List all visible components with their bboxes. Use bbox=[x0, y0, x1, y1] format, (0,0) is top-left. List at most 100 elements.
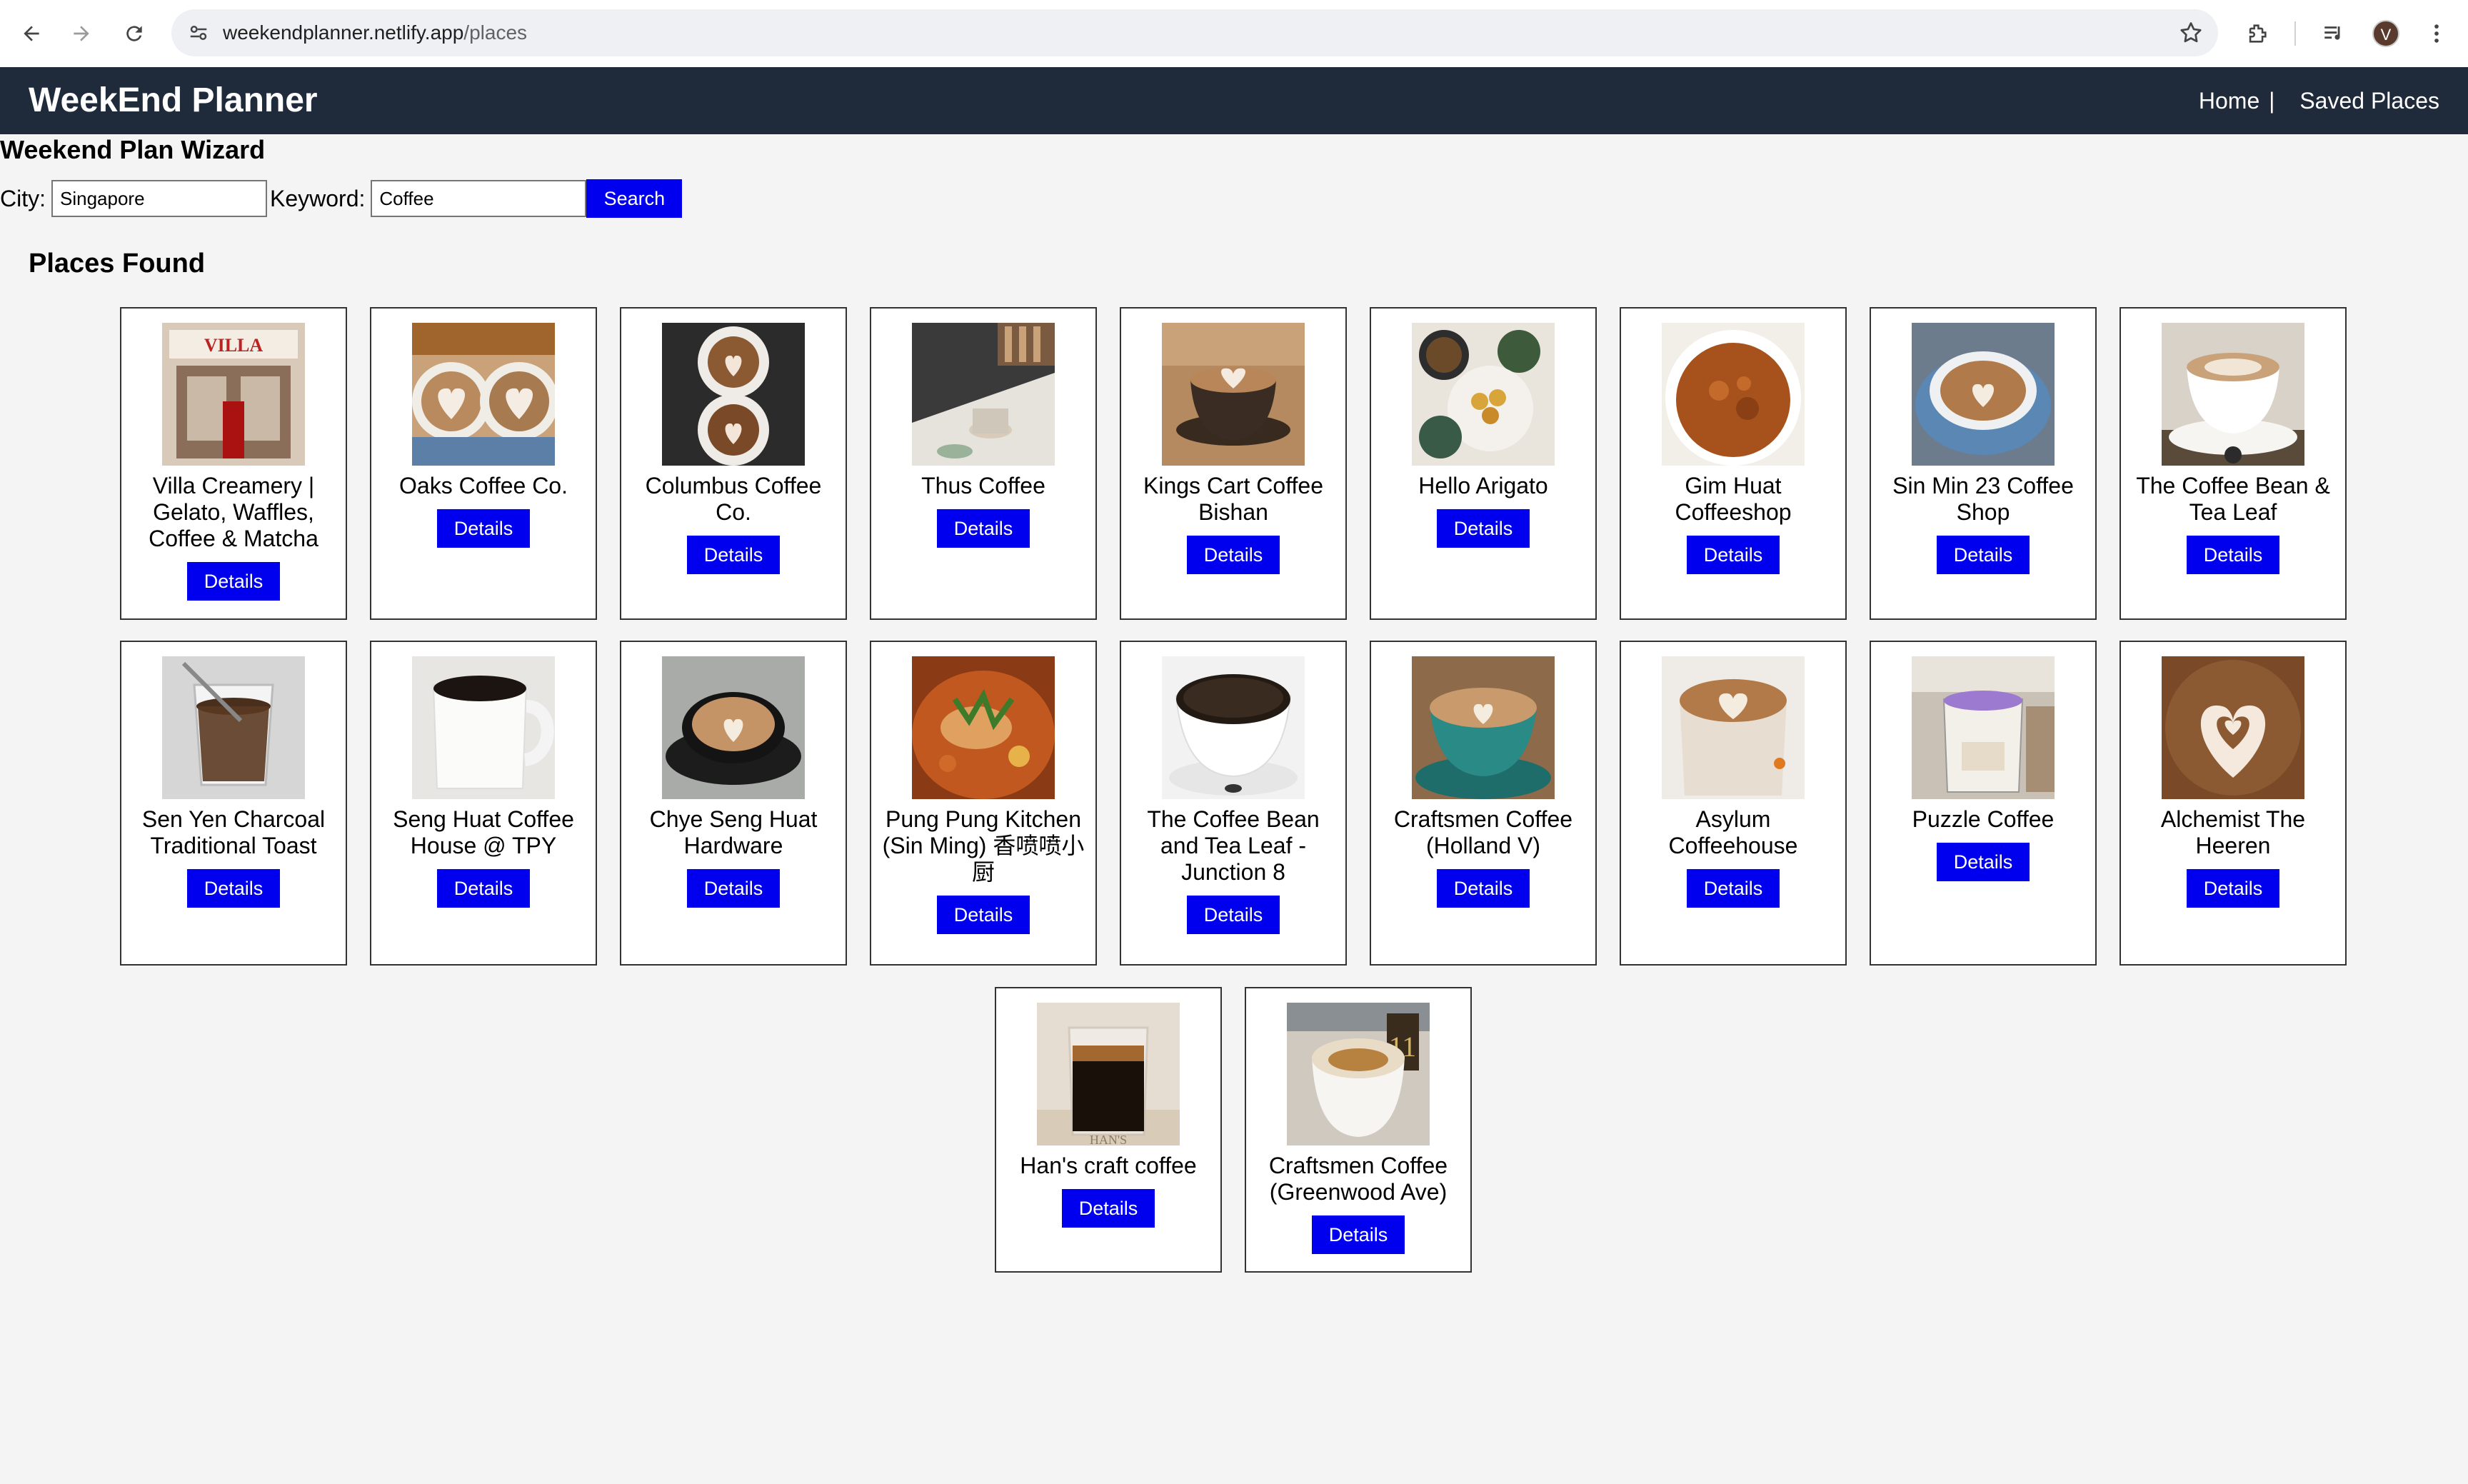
address-bar[interactable]: weekendplanner.netlify.app/places bbox=[171, 9, 2218, 56]
place-name: Hello Arigato bbox=[1418, 473, 1548, 498]
details-button[interactable]: Details bbox=[1437, 509, 1530, 548]
place-card: Craftsmen Coffee (Holland V) Details bbox=[1370, 641, 1597, 966]
place-card: Thus Coffee Details bbox=[870, 307, 1097, 620]
reload-icon[interactable] bbox=[117, 16, 151, 51]
url-text: weekendplanner.netlify.app/places bbox=[223, 9, 527, 56]
place-photo bbox=[1162, 323, 1305, 466]
place-name: Pung Pung Kitchen (Sin Ming) 香喷喷小厨 bbox=[882, 806, 1085, 885]
place-card: Asylum Coffeehouse Details bbox=[1620, 641, 1847, 966]
place-name: Alchemist The Heeren bbox=[2160, 806, 2306, 858]
place-name: Craftsmen Coffee (Greenwood Ave) bbox=[1268, 1153, 1448, 1205]
svg-text:VILLA: VILLA bbox=[204, 335, 264, 356]
details-button[interactable]: Details bbox=[437, 509, 530, 548]
place-name: Asylum Coffeehouse bbox=[1668, 806, 1798, 858]
header-nav: Home | Saved Places bbox=[2199, 67, 2439, 134]
details-button[interactable]: Details bbox=[1687, 869, 1780, 908]
details-button[interactable]: Details bbox=[937, 896, 1030, 934]
url-path: /places bbox=[463, 21, 528, 44]
place-card: Pung Pung Kitchen (Sin Ming) 香喷喷小厨 Detail… bbox=[870, 641, 1097, 966]
place-photo bbox=[662, 656, 805, 799]
place-photo bbox=[2162, 656, 2304, 799]
place-name: Oaks Coffee Co. bbox=[399, 473, 568, 498]
place-photo bbox=[1912, 656, 2055, 799]
place-card: The Coffee Bean and Tea Leaf - Junction … bbox=[1120, 641, 1347, 966]
place-name: Kings Cart Coffee Bishan bbox=[1143, 473, 1323, 525]
place-photo bbox=[412, 323, 555, 466]
keyword-input[interactable] bbox=[371, 180, 587, 217]
details-button[interactable]: Details bbox=[1312, 1215, 1405, 1254]
place-photo bbox=[662, 323, 805, 466]
menu-kebab-icon[interactable] bbox=[2419, 16, 2454, 51]
city-input[interactable] bbox=[51, 180, 267, 217]
place-photo bbox=[1162, 656, 1305, 799]
place-name: The Coffee Bean and Tea Leaf - Junction … bbox=[1147, 806, 1320, 885]
toolbar-divider bbox=[2294, 21, 2296, 46]
details-button[interactable]: Details bbox=[187, 869, 280, 908]
place-card: Sen Yen Charcoal Traditional Toast Detail… bbox=[120, 641, 347, 966]
place-photo bbox=[162, 656, 305, 799]
details-button[interactable]: Details bbox=[1937, 536, 2030, 574]
media-controls-icon[interactable] bbox=[2317, 16, 2351, 51]
place-card: Sin Min 23 Coffee Shop Details bbox=[1870, 307, 2097, 620]
nav-home-link[interactable]: Home bbox=[2199, 88, 2259, 114]
details-button[interactable]: Details bbox=[1687, 536, 1780, 574]
place-card: Puzzle Coffee Details bbox=[1870, 641, 2097, 966]
details-button[interactable]: Details bbox=[2187, 536, 2279, 574]
browser-toolbar: weekendplanner.netlify.app/places V bbox=[0, 0, 2468, 68]
place-name: Seng Huat Coffee House @ TPY bbox=[393, 806, 574, 858]
place-name: Puzzle Coffee bbox=[1912, 806, 2055, 832]
details-button[interactable]: Details bbox=[687, 869, 780, 908]
app-header: WeekEnd Planner Home | Saved Places bbox=[0, 67, 2468, 134]
place-photo bbox=[1662, 323, 1805, 466]
place-photo bbox=[412, 656, 555, 799]
details-button[interactable]: Details bbox=[1937, 843, 2030, 881]
details-button[interactable]: Details bbox=[937, 509, 1030, 548]
place-photo bbox=[1912, 323, 2055, 466]
place-name: Sin Min 23 Coffee Shop bbox=[1892, 473, 2074, 525]
details-button[interactable]: Details bbox=[1187, 896, 1280, 934]
place-card: VILLA Villa Creamery | Gelato, Waffles, C… bbox=[120, 307, 347, 620]
details-button[interactable]: Details bbox=[1187, 536, 1280, 574]
forward-icon[interactable] bbox=[64, 16, 99, 51]
back-icon[interactable] bbox=[14, 16, 49, 51]
place-card: 11 Craftsmen Coffee (Greenwood Ave) Detail… bbox=[1245, 987, 1472, 1273]
place-card: Gim Huat Coffeeshop Details bbox=[1620, 307, 1847, 620]
place-name: Villa Creamery | Gelato, Waffles, Coffee… bbox=[149, 473, 318, 551]
place-photo bbox=[1412, 323, 1555, 466]
place-card: Hello Arigato Details bbox=[1370, 307, 1597, 620]
details-button[interactable]: Details bbox=[2187, 869, 2279, 908]
details-button[interactable]: Details bbox=[437, 869, 530, 908]
place-name: Craftsmen Coffee (Holland V) bbox=[1393, 806, 1573, 858]
details-button[interactable]: Details bbox=[187, 562, 280, 601]
place-photo bbox=[912, 656, 1055, 799]
place-name: The Coffee Bean & Tea Leaf bbox=[2136, 473, 2330, 525]
place-card: Columbus Coffee Co. Details bbox=[620, 307, 847, 620]
search-form: City: Keyword: Search bbox=[0, 179, 683, 219]
app-title: WeekEnd Planner bbox=[29, 81, 318, 119]
search-button[interactable]: Search bbox=[586, 179, 683, 218]
url-host: weekendplanner.netlify.app bbox=[223, 21, 464, 44]
place-photo bbox=[1662, 656, 1805, 799]
place-card: Seng Huat Coffee House @ TPY Details bbox=[370, 641, 597, 966]
nav-separator: | bbox=[2269, 88, 2275, 114]
place-name: Chye Seng Huat Hardware bbox=[649, 806, 818, 858]
extensions-icon[interactable] bbox=[2240, 16, 2274, 51]
city-label: City: bbox=[0, 185, 46, 211]
place-card: Kings Cart Coffee Bishan Details bbox=[1120, 307, 1347, 620]
bookmark-star-icon[interactable] bbox=[2178, 20, 2204, 46]
details-button[interactable]: Details bbox=[687, 536, 780, 574]
place-card: Oaks Coffee Co. Details bbox=[370, 307, 597, 620]
nav-saved-places-link[interactable]: Saved Places bbox=[2299, 88, 2439, 114]
details-button[interactable]: Details bbox=[1437, 869, 1530, 908]
profile-avatar[interactable]: V bbox=[2372, 20, 2399, 47]
place-name: Han's craft coffee bbox=[1020, 1153, 1197, 1178]
place-photo: 11 bbox=[1287, 1003, 1430, 1145]
details-button[interactable]: Details bbox=[1062, 1189, 1155, 1228]
wizard-title: Weekend Plan Wizard bbox=[0, 135, 266, 164]
svg-text:HAN'S: HAN'S bbox=[1090, 1133, 1127, 1145]
keyword-label: Keyword: bbox=[270, 185, 366, 211]
place-card: Alchemist The Heeren Details bbox=[2120, 641, 2347, 966]
place-photo bbox=[2162, 323, 2304, 466]
places-found-heading: Places Found bbox=[29, 249, 206, 279]
site-settings-icon[interactable] bbox=[184, 19, 213, 47]
